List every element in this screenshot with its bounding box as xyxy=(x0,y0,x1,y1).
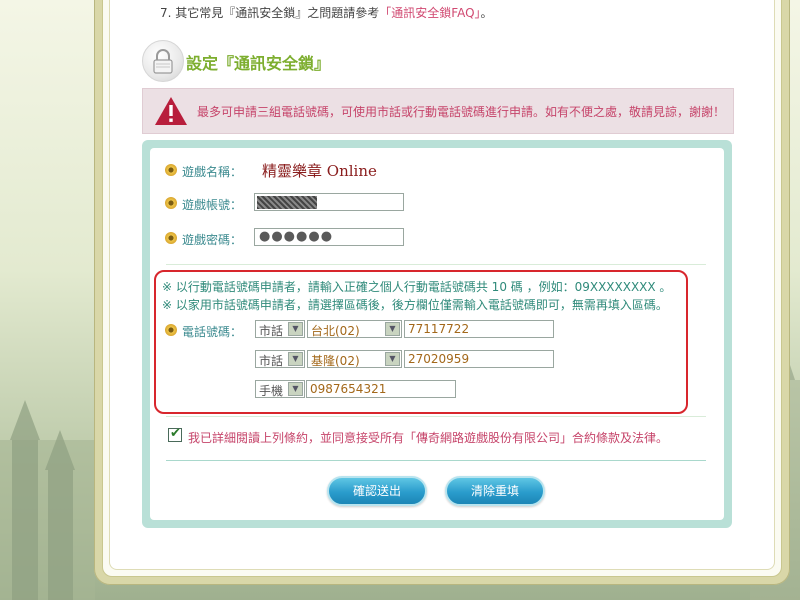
hint-mobile: ※ 以行動電話號碼申請者，請輸入正確之個人行動電話號碼共 10 碼 ，例如：09… xyxy=(162,280,672,294)
phone2-number-field[interactable]: 27020959 xyxy=(404,350,554,368)
phone1-type-select[interactable]: 市話 ▼ xyxy=(255,320,305,338)
castle-left-decoration xyxy=(0,400,95,600)
phone3-type-select[interactable]: 手機 ▼ xyxy=(255,380,305,398)
agree-checkbox[interactable]: ✔ xyxy=(168,426,182,442)
checkmark-icon: ✔ xyxy=(170,426,181,441)
chevron-down-icon: ▼ xyxy=(385,352,400,366)
hint-landline: ※ 以家用市話號碼申請者，請選擇區碼後，後方欄位僅需輸入電話號碼即可，無需再填入… xyxy=(162,298,668,312)
password-label: 遊戲密碼： xyxy=(182,233,243,247)
phone1-area-value: 台北(02) xyxy=(311,324,360,338)
bullet-icon xyxy=(165,324,177,336)
chevron-down-icon: ▼ xyxy=(385,322,400,336)
divider xyxy=(166,416,706,417)
masked-account-value xyxy=(257,196,317,209)
phone3-number-field[interactable]: 0987654321 xyxy=(306,380,456,398)
warning-banner: 最多可申請三組電話號碼，可使用市話或行動電話號碼進行申請。如有不便之處，敬請見諒… xyxy=(142,88,734,134)
bullet-icon xyxy=(165,232,177,244)
password-field[interactable]: ●●●●●● xyxy=(254,228,404,246)
game-name-row: 遊戲名稱： 精靈樂章 Online xyxy=(165,160,465,182)
reset-button[interactable]: 清除重填 xyxy=(445,476,545,506)
warning-text: 最多可申請三組電話號碼，可使用市話或行動電話號碼進行申請。如有不便之處，敬請見諒… xyxy=(197,105,726,119)
phone-label: 電話號碼： xyxy=(182,325,243,339)
faq-note: 7. 其它常見『通訊安全鎖』之問題請參考「通訊安全鎖FAQ」。 xyxy=(160,4,493,21)
phone2-area-value: 基隆(02) xyxy=(311,354,360,368)
lock-icon xyxy=(142,40,184,82)
phone-row: 電話號碼： xyxy=(165,320,255,342)
password-value: ●●●●●● xyxy=(259,229,334,244)
section-title: 設定『通訊安全鎖』 xyxy=(186,54,331,73)
phone1-area-select[interactable]: 台北(02) ▼ xyxy=(307,320,402,338)
warning-icon xyxy=(155,97,187,125)
account-label: 遊戲帳號： xyxy=(182,198,243,212)
chevron-down-icon: ▼ xyxy=(288,382,303,396)
divider xyxy=(166,264,706,265)
phone2-type-select[interactable]: 市話 ▼ xyxy=(255,350,305,368)
faq-link[interactable]: 「通訊安全鎖FAQ」 xyxy=(379,6,480,20)
bullet-icon xyxy=(165,197,177,209)
phone2-area-select[interactable]: 基隆(02) ▼ xyxy=(307,350,402,368)
chevron-down-icon: ▼ xyxy=(288,322,303,336)
phone2-type-value: 市話 xyxy=(259,354,284,368)
account-field[interactable] xyxy=(254,193,404,211)
chevron-down-icon: ▼ xyxy=(288,352,303,366)
game-name-value: 精靈樂章 Online xyxy=(262,162,377,180)
game-name-label: 遊戲名稱： xyxy=(182,165,243,179)
divider xyxy=(166,460,706,461)
phone1-number-field[interactable]: 77117722 xyxy=(404,320,554,338)
submit-button[interactable]: 確認送出 xyxy=(327,476,427,506)
faq-note-suffix: 。 xyxy=(480,6,493,20)
agree-text: 我已詳細閱讀上列條約，並同意接受所有「傳奇網路遊戲股份有限公司」合約條款及法律。 xyxy=(188,431,669,445)
faq-note-prefix: 7. 其它常見『通訊安全鎖』之問題請參考 xyxy=(160,6,380,20)
phone3-type-value: 手機 xyxy=(259,384,284,398)
bullet-icon xyxy=(165,164,177,176)
phone1-type-value: 市話 xyxy=(259,324,284,338)
